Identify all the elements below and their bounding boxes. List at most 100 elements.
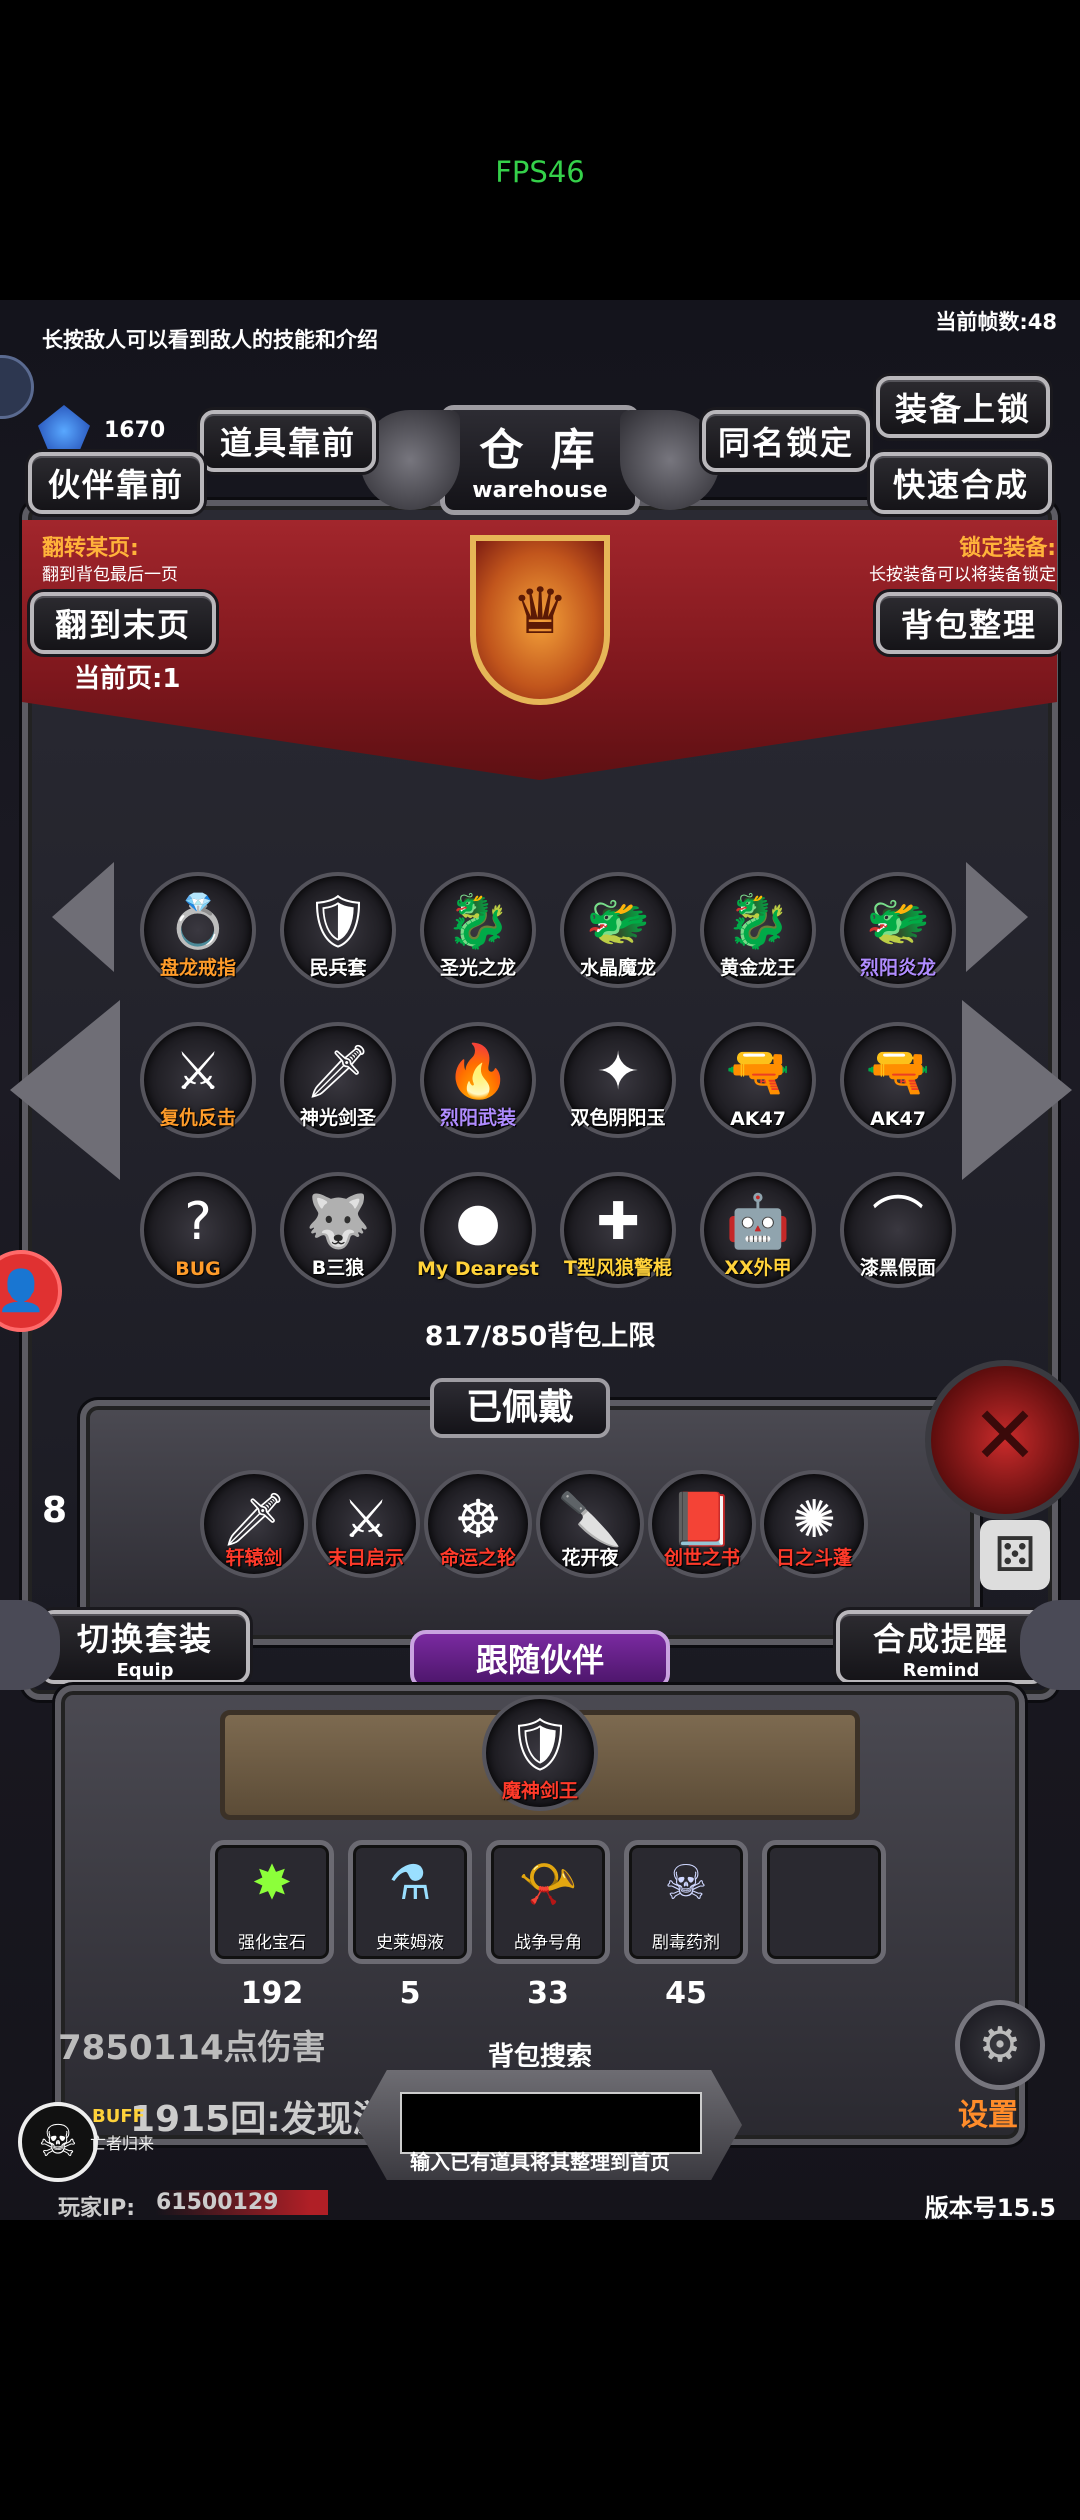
item-name: 复仇反击: [159, 1107, 236, 1129]
equipped-slot[interactable]: 🗡 轩辕剑: [200, 1470, 308, 1578]
knight-icon: 🗡: [304, 1042, 371, 1102]
version-label: 版本号15.5: [924, 2194, 1056, 2220]
quick-craft-button[interactable]: 快速合成: [870, 452, 1052, 514]
to-last-page-button[interactable]: 翻到末页: [30, 592, 216, 654]
equipped-slot[interactable]: ⚔ 末日启示: [312, 1470, 420, 1578]
empty-consumable-slot[interactable]: [762, 1840, 886, 1964]
inventory-slot[interactable]: 🗡 神光剑圣: [280, 1022, 396, 1138]
potion-icon: ☠: [664, 1855, 708, 1911]
bug-icon: ?: [184, 1192, 212, 1252]
inventory-slot[interactable]: 🐉 圣光之龙: [420, 872, 536, 988]
search-hint: 输入已有道具将其整理到首页: [410, 2150, 670, 2174]
craft-remind-sub: Remind: [902, 1659, 980, 1681]
consumable-row: ✸ 强化宝石 192 ⚗ 史莱姆液 5 📯 战争号角 33 ☠ 剧毒药剂 45: [210, 1840, 910, 2040]
inventory-slot[interactable]: 🐺 B三狼: [280, 1172, 396, 1288]
player-ip-label: 玩家IP:: [58, 2196, 136, 2220]
item-name: 圣光之龙: [439, 957, 516, 979]
consumable-name: 战争号角: [514, 1933, 582, 1953]
item-name: 民兵套: [309, 957, 367, 979]
inventory-slot[interactable]: ● My Dearest: [417, 1172, 539, 1288]
flask-icon: ⚗: [388, 1855, 432, 1911]
items-front-button[interactable]: 道具靠前: [200, 410, 376, 472]
inventory-slot[interactable]: 🔥 烈阳武装: [420, 1022, 536, 1138]
item-name: 漆黑假面: [859, 1257, 936, 1279]
side-left-num: 8: [42, 1490, 68, 1531]
rifle-icon: 🔫: [725, 1042, 791, 1102]
consumable-count: 192: [240, 1976, 304, 2011]
consumable-slot[interactable]: ⚗ 史莱姆液: [348, 1840, 472, 1964]
item-name: AK47: [870, 1108, 926, 1130]
item-name: 烈阳武装: [439, 1107, 516, 1129]
inventory-slot[interactable]: ? BUG: [140, 1172, 256, 1288]
inventory-grid: 💍 盘龙戒指 🛡 民兵套 🐉 圣光之龙 🐲 水晶魔龙 🐉 黄金龙王 🐲 烈阳炎龙 ⚔ 复仇反击 🗡 神光剑圣 🔥…: [140, 872, 970, 1322]
armor-icon: 🔥: [445, 1042, 511, 1102]
gem-icon: ✦: [596, 1042, 640, 1102]
consumable-slot[interactable]: 📯 战争号角: [486, 1840, 610, 1964]
equipped-slot[interactable]: 🔪 花开夜: [536, 1470, 644, 1578]
partner-slot[interactable]: 🛡 魔神剑王: [482, 1695, 598, 1811]
avatar-edge[interactable]: [0, 355, 34, 419]
current-page: 当前页:1: [74, 664, 181, 694]
prev-page-arrow[interactable]: [10, 1000, 120, 1180]
item-name: My Dearest: [416, 1258, 540, 1280]
equipped-slot[interactable]: 📕 创世之书: [648, 1470, 756, 1578]
inventory-slot[interactable]: 🤖 XX外甲: [700, 1172, 816, 1288]
next-page-arrow-small[interactable]: [966, 862, 1028, 972]
buff-label: BUFF: [92, 2106, 145, 2127]
consumable-count: 45: [665, 1976, 707, 2011]
search-input[interactable]: [400, 2092, 702, 2154]
lion-icon: ♛: [511, 575, 569, 649]
equip-lock-button[interactable]: 装备上锁: [876, 376, 1050, 438]
inventory-slot[interactable]: ✚ T型风狼警棍: [560, 1172, 676, 1288]
inventory-slot[interactable]: 🐲 水晶魔龙: [560, 872, 676, 988]
fps-counter: FPS46: [495, 155, 585, 189]
inventory-slot[interactable]: 🛡 民兵套: [280, 872, 396, 988]
consumable-count: 33: [527, 1976, 569, 2011]
crystal-icon: [38, 405, 90, 457]
mask-icon: ⌒: [871, 1192, 924, 1252]
same-name-lock-button[interactable]: 同名锁定: [702, 410, 870, 472]
switch-set-button[interactable]: 切换套装 Equip: [40, 1610, 250, 1684]
prev-page-arrow-small[interactable]: [52, 862, 114, 972]
inventory-slot[interactable]: 💍 盘龙戒指: [140, 872, 256, 988]
consumable-count: 5: [399, 1976, 421, 2011]
round-text: 1915回:发现游: [130, 2099, 389, 2140]
item-name: 盘龙戒指: [159, 957, 236, 979]
warehouse-title: 仓 库: [479, 425, 601, 476]
next-page-arrow[interactable]: [962, 1000, 1072, 1180]
dice-icon[interactable]: ⚄: [980, 1520, 1050, 1590]
dragon-icon: 🐲: [585, 892, 651, 952]
switch-set-label: 切换套装: [76, 1619, 213, 1658]
bag-sort-button[interactable]: 背包整理: [876, 592, 1062, 654]
inventory-slot[interactable]: ⌒ 漆黑假面: [840, 1172, 956, 1288]
dragon-icon: 🐉: [725, 892, 791, 952]
inventory-slot[interactable]: ⚔ 复仇反击: [140, 1022, 256, 1138]
close-button[interactable]: ✕: [925, 1360, 1080, 1520]
mech-icon: 🤖: [725, 1192, 791, 1252]
flip-page-label: 翻转某页:: [42, 536, 139, 561]
inventory-slot[interactable]: 🐲 烈阳炎龙: [840, 872, 956, 988]
baton-icon: ✚: [596, 1192, 640, 1252]
partner-title: 跟随伙伴: [410, 1630, 670, 1690]
inventory-slot[interactable]: 🔫 AK47: [700, 1022, 816, 1138]
settings-label[interactable]: 设置: [958, 2090, 1018, 2134]
consumable-slot[interactable]: ✸ 强化宝石: [210, 1840, 334, 1964]
consumable-slot[interactable]: ☠ 剧毒药剂: [624, 1840, 748, 1964]
item-name: BUG: [175, 1258, 221, 1280]
gem-count: 1670: [104, 418, 166, 443]
consumable-name: 史莱姆液: [376, 1933, 444, 1953]
craft-remind-button[interactable]: 合成提醒 Remind: [836, 1610, 1046, 1684]
equipped-slot[interactable]: ☸ 命运之轮: [424, 1470, 532, 1578]
long-press-tip: 长按敌人可以看到敌人的技能和介绍: [42, 328, 378, 352]
inventory-slot[interactable]: ✦ 双色阴阳玉: [560, 1022, 676, 1138]
partner-front-button[interactable]: 伙伴靠前: [28, 452, 204, 514]
frame-count: 当前帧数:48: [935, 310, 1057, 334]
equipped-slot[interactable]: ✺ 日之斗蓬: [760, 1470, 868, 1578]
inventory-slot[interactable]: 🐉 黄金龙王: [700, 872, 816, 988]
armor-icon: ⚔: [174, 1042, 222, 1102]
green-gem-icon: ✸: [251, 1855, 293, 1911]
item-name: T型风狼警棍: [564, 1257, 672, 1279]
consumable-name: 强化宝石: [238, 1933, 306, 1953]
wolf-icon: 🐺: [305, 1192, 371, 1252]
inventory-slot[interactable]: 🔫 AK47: [840, 1022, 956, 1138]
